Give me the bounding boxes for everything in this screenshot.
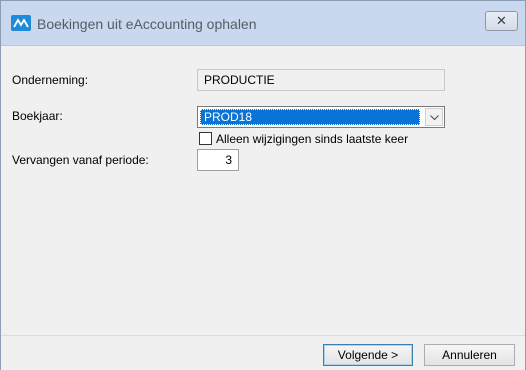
vervangen-vanaf-periode-input[interactable]: 3 bbox=[197, 149, 239, 171]
alleen-wijzigingen-label[interactable]: Alleen wijzigingen sinds laatste keer bbox=[216, 132, 408, 146]
boekjaar-dropdown[interactable]: PROD18 bbox=[197, 106, 445, 128]
cancel-button[interactable]: Annuleren bbox=[424, 344, 515, 366]
dialog-window: Boekingen uit eAccounting ophalen ✕ Onde… bbox=[0, 0, 526, 370]
onderneming-field: PRODUCTIE bbox=[197, 69, 445, 91]
window-title: Boekingen uit eAccounting ophalen bbox=[37, 16, 257, 32]
boekjaar-label: Boekjaar: bbox=[12, 109, 63, 123]
next-button[interactable]: Volgende > bbox=[323, 344, 413, 366]
close-icon: ✕ bbox=[496, 13, 507, 28]
boekjaar-selected-value: PROD18 bbox=[200, 109, 420, 125]
dropdown-arrow-button[interactable] bbox=[425, 108, 443, 126]
onderneming-label: Onderneming: bbox=[12, 73, 89, 87]
close-button[interactable]: ✕ bbox=[485, 11, 518, 31]
button-bar: Volgende > Annuleren bbox=[1, 335, 525, 370]
alleen-wijzigingen-checkbox[interactable] bbox=[199, 132, 212, 145]
chevron-down-icon bbox=[430, 115, 439, 121]
title-bar[interactable]: Boekingen uit eAccounting ophalen ✕ bbox=[1, 1, 525, 46]
dialog-content: Onderneming: PRODUCTIE Boekjaar: PROD18 … bbox=[9, 46, 519, 334]
eaccounting-logo-icon bbox=[11, 15, 31, 31]
vervangen-vanaf-label: Vervangen vanaf periode: bbox=[12, 153, 149, 167]
